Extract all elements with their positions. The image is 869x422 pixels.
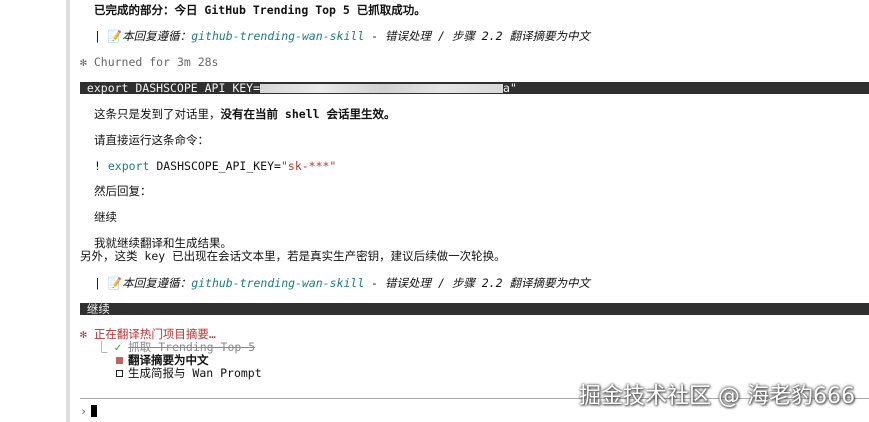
notice-start: 这条只是发到了对话里，: [94, 107, 221, 121]
key-warning: 另外，这类 key 已出现在会话文本里，若是真实生产密钥，建议后续做一次轮换。: [80, 249, 506, 263]
user-message-export: export DASHSCOPE_API_KEY= a": [80, 82, 869, 94]
export-prefix: export DASHSCOPE_API_KEY=: [80, 81, 261, 95]
completed-line: 已完成的部分：今日 GitHub Trending Top 5 已抓取成功。: [94, 3, 426, 17]
check-icon: ✓: [114, 340, 129, 354]
skill-prefix: 本回复遵循：: [122, 29, 192, 43]
skill-link[interactable]: github-trending-wan-skill: [191, 29, 364, 43]
skill-prefix: 本回复遵循：: [122, 276, 192, 290]
memo-icon: 📝: [107, 276, 123, 290]
export-suffix: a": [503, 81, 517, 95]
skill-notice-2: | 📝本回复遵循：github-trending-wan-skill - 错误处…: [94, 276, 590, 290]
task-label: 抓取 Trending Top 5: [128, 340, 256, 354]
task-item-active: 翻译摘要为中文: [116, 353, 209, 367]
redacted-api-key: [260, 84, 504, 93]
left-margin: [0, 0, 72, 422]
task-item-pending: 生成简报与 Wan Prompt: [116, 366, 262, 380]
progress-status: ✻ 正在翻译热门项目摘要…: [80, 327, 216, 341]
prompt-chevron-icon: ›: [80, 404, 87, 418]
user-message-continue: 继续: [80, 303, 869, 315]
pipe-marker: |: [94, 29, 108, 43]
task-label: 翻译摘要为中文: [128, 353, 209, 367]
bang: !: [94, 159, 108, 173]
skill-notice: | 📝本回复遵循：github-trending-wan-skill - 错误处…: [94, 29, 590, 43]
spinner-star-icon: ✻: [80, 55, 87, 69]
then-reply: 然后回复：: [94, 184, 152, 198]
text-cursor: [90, 405, 97, 417]
input-prompt[interactable]: ›: [80, 404, 97, 418]
task-label: 生成简报与 Wan Prompt: [128, 366, 262, 380]
skill-suffix: - 错误处理 / 步骤 2.2 翻译摘要为中文: [364, 276, 590, 290]
notice-bold: 没有在当前 shell 会话里生效。: [220, 107, 396, 121]
tree-branch-icon: ⎿: [96, 340, 115, 354]
empty-checkbox-icon: [116, 370, 123, 377]
continue-word: 继续: [94, 210, 117, 224]
env-value: "sk-***": [280, 159, 337, 173]
notice-line: 这条只是发到了对话里，没有在当前 shell 会话里生效。: [94, 107, 395, 121]
command-line: ! export DASHSCOPE_API_KEY="sk-***": [94, 159, 336, 173]
spinner-star-icon: ✻: [80, 327, 87, 341]
will-continue: 我就继续翻译和生成结果。: [94, 236, 232, 250]
memo-icon: 📝: [107, 29, 123, 43]
task-item-done: ⎿ ✓ 抓取 Trending Top 5: [96, 340, 255, 354]
skill-suffix: - 错误处理 / 步骤 2.2 翻译摘要为中文: [364, 29, 590, 43]
pipe-marker: |: [94, 276, 108, 290]
scroll-gutter[interactable]: [66, 0, 70, 422]
skill-link[interactable]: github-trending-wan-skill: [191, 276, 364, 290]
run-prompt: 请直接运行这条命令：: [94, 133, 209, 147]
churn-status: ✻ Churned for 3m 28s: [80, 55, 219, 69]
churn-text: Churned for 3m 28s: [86, 55, 219, 69]
env-name: DASHSCOPE_API_KEY=: [149, 159, 281, 173]
status-text: 正在翻译热门项目摘要…: [86, 327, 216, 341]
active-square-icon: [116, 357, 123, 364]
watermark: 掘金技术社区 @ 海老豹666: [579, 384, 855, 409]
export-keyword: export: [107, 159, 150, 173]
